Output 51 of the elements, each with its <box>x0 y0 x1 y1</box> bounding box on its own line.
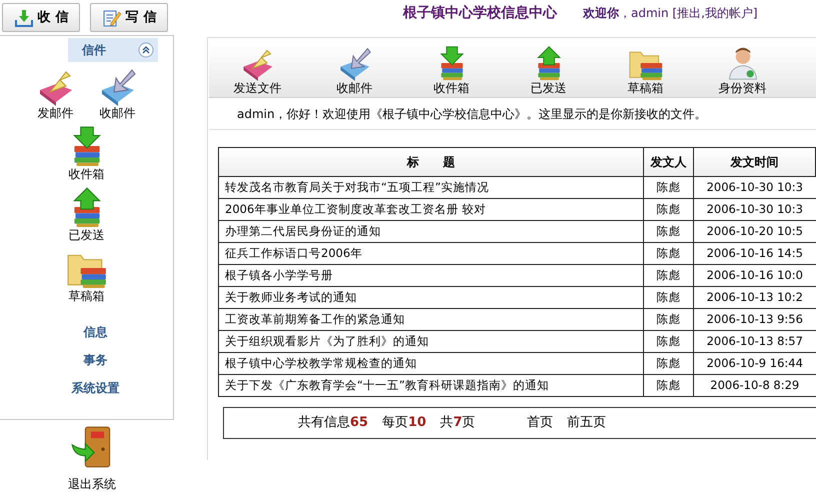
welcome-message: admin，你好！欢迎使用《根子镇中心学校信息中心》。这里显示的是你新接收的文件。 <box>237 106 707 122</box>
section-header[interactable]: 信件 <box>68 38 158 62</box>
section-title: 信件 <box>82 42 106 59</box>
site-title: 根子镇中心学校信息中心 <box>403 4 557 22</box>
toolbar-item[interactable]: 收件箱 <box>403 45 500 96</box>
table-cell[interactable]: 办理第二代居民身份证的通知 <box>218 220 644 242</box>
column-header: 标 题 <box>218 148 644 176</box>
page-link[interactable]: 首页 <box>527 413 554 433</box>
toolbar-item[interactable]: 收邮件 <box>306 45 403 96</box>
toolbar-button[interactable]: 写 信 <box>90 3 168 32</box>
table-cell: 陈彪 <box>644 308 694 330</box>
table-cell[interactable]: 2006年事业单位工资制度改革套改工资名册 较对 <box>218 198 644 220</box>
sidebar-item[interactable]: 收件箱 <box>20 125 153 182</box>
table-cell[interactable]: 征兵工作标语口号2006年 <box>218 242 644 264</box>
notepad-pencil-icon <box>102 8 122 28</box>
table-cell[interactable]: 转发茂名市教育局关于对我市“五项工程”实施情况 <box>218 176 644 198</box>
table-cell[interactable]: 关于组织观看影片《为了胜利》的通知 <box>218 330 644 352</box>
table-cell: 陈彪 <box>644 242 694 264</box>
toolbar-button[interactable]: 收 信 <box>2 3 80 32</box>
toolbar-item[interactable]: 发送文件 <box>209 45 306 96</box>
sidebar-item[interactable]: 已发送 <box>20 186 153 243</box>
table-cell: 陈彪 <box>644 352 694 374</box>
column-header: 发文时间 <box>694 148 816 176</box>
toolbar-item[interactable]: 已发送 <box>500 45 597 96</box>
toolbar-item[interactable]: 身份资料 <box>694 45 791 96</box>
pagination-summary: 共有信息65 每页10 共7页 <box>298 414 476 432</box>
column-header: 发文人 <box>644 148 694 176</box>
table-cell[interactable]: 关于下发《广东教育学会“十一五”教育科研课题指南》的通知 <box>218 374 644 396</box>
table-cell[interactable]: 关于教师业务考试的通知 <box>218 286 644 308</box>
tray-down-arrow-icon <box>14 8 34 28</box>
sidebar-item[interactable]: 收邮件 <box>98 66 138 121</box>
table-cell: 陈彪 <box>644 330 694 352</box>
user-greeting: 欢迎你，admin [推出,我的帐户] <box>583 5 758 22</box>
page-link[interactable]: 前五页 <box>567 413 606 433</box>
sidebar-item[interactable]: 草稿箱 <box>20 247 153 304</box>
exit-button[interactable]: 退出系统 <box>0 425 174 493</box>
sidebar-item[interactable]: 发邮件 <box>36 66 76 121</box>
table-cell: 陈彪 <box>644 176 694 198</box>
table-cell: 陈彪 <box>644 374 694 396</box>
table-cell: 陈彪 <box>644 286 694 308</box>
table-cell[interactable]: 根子镇各小学学号册 <box>218 264 644 286</box>
table-cell: 陈彪 <box>644 198 694 220</box>
sidebar-link[interactable]: 信息 <box>84 324 108 341</box>
table-cell: 陈彪 <box>644 264 694 286</box>
toolbar-item[interactable]: 草稿箱 <box>597 45 694 96</box>
sidebar-link[interactable]: 系统设置 <box>72 380 120 397</box>
table-cell[interactable]: 根子镇中心学校教学常规检查的通知 <box>218 352 644 374</box>
table-cell: 陈彪 <box>644 220 694 242</box>
table-cell[interactable]: 工资改革前期筹备工作的紧急通知 <box>218 308 644 330</box>
chevron-up-icon[interactable] <box>138 42 154 58</box>
sidebar-link[interactable]: 事务 <box>84 352 108 369</box>
